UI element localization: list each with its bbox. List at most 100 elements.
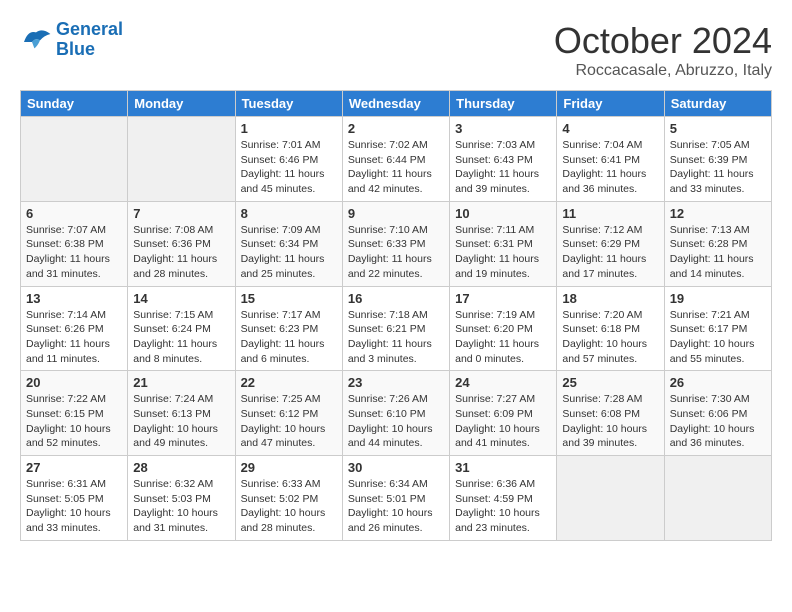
- day-info: Sunrise: 7:14 AM Sunset: 6:26 PM Daylight:…: [26, 308, 122, 367]
- sunset-text: Sunset: 4:59 PM: [455, 493, 533, 505]
- day-info: Sunrise: 7:19 AMSunset: 6:20 PMDaylight:…: [455, 308, 551, 367]
- calendar-day: 7 Sunrise: 7:08 AM Sunset: 6:36 PM Daylight…: [128, 201, 235, 286]
- day-info: Sunrise: 7:25 AMSunset: 6:12 PMDaylight:…: [241, 392, 337, 451]
- day-number: 19: [670, 291, 766, 306]
- sunrise-text: Sunrise: 6:33 AM: [241, 478, 321, 490]
- sunrise-text: Sunrise: 7:01 AM: [241, 139, 321, 151]
- daylight-text: Daylight: 11 hours and 31 minutes.: [26, 253, 110, 280]
- day-number: 1: [241, 121, 337, 136]
- sunrise-text: Sunrise: 7:15 AM: [133, 309, 213, 321]
- daylight-text: Daylight: 11 hours and 6 minutes.: [241, 338, 325, 365]
- sunset-text: Sunset: 6:06 PM: [670, 408, 748, 420]
- calendar-day: 26Sunrise: 7:30 AMSunset: 6:06 PMDayligh…: [664, 371, 771, 456]
- calendar-table: SundayMondayTuesdayWednesdayThursdayFrid…: [20, 90, 772, 541]
- day-number: 2: [348, 121, 444, 136]
- day-number: 6: [26, 206, 122, 221]
- sunset-text: Sunset: 6:09 PM: [455, 408, 533, 420]
- weekday-header-friday: Friday: [557, 91, 664, 117]
- daylight-text: Daylight: 11 hours and 39 minutes.: [455, 168, 539, 195]
- day-number: 13: [26, 291, 122, 306]
- daylight-text: Daylight: 11 hours and 17 minutes.: [562, 253, 646, 280]
- sunset-text: Sunset: 6:46 PM: [241, 154, 319, 166]
- sunrise-text: Sunrise: 7:02 AM: [348, 139, 428, 151]
- daylight-text: Daylight: 10 hours and 33 minutes.: [26, 507, 111, 534]
- daylight-text: Daylight: 10 hours and 28 minutes.: [241, 507, 326, 534]
- day-info: Sunrise: 7:03 AMSunset: 6:43 PMDaylight:…: [455, 138, 551, 197]
- logo: General Blue: [20, 20, 123, 60]
- daylight-text: Daylight: 11 hours and 28 minutes.: [133, 253, 217, 280]
- day-info: Sunrise: 7:21 AMSunset: 6:17 PMDaylight:…: [670, 308, 766, 367]
- weekday-header-wednesday: Wednesday: [342, 91, 449, 117]
- daylight-text: Daylight: 11 hours and 11 minutes.: [26, 338, 110, 365]
- calendar-day: 1Sunrise: 7:01 AMSunset: 6:46 PMDaylight…: [235, 117, 342, 202]
- daylight-text: Daylight: 10 hours and 44 minutes.: [348, 423, 433, 450]
- calendar-day: 25Sunrise: 7:28 AMSunset: 6:08 PMDayligh…: [557, 371, 664, 456]
- sunset-text: Sunset: 6:24 PM: [133, 323, 211, 335]
- sunrise-text: Sunrise: 7:20 AM: [562, 309, 642, 321]
- day-info: Sunrise: 6:36 AMSunset: 4:59 PMDaylight:…: [455, 477, 551, 536]
- daylight-text: Daylight: 11 hours and 19 minutes.: [455, 253, 539, 280]
- day-number: 10: [455, 206, 551, 221]
- sunset-text: Sunset: 6:28 PM: [670, 238, 748, 250]
- calendar-day: 10Sunrise: 7:11 AMSunset: 6:31 PMDayligh…: [450, 201, 557, 286]
- daylight-text: Daylight: 10 hours and 57 minutes.: [562, 338, 647, 365]
- day-number: 11: [562, 206, 658, 221]
- calendar-day: 12Sunrise: 7:13 AMSunset: 6:28 PMDayligh…: [664, 201, 771, 286]
- daylight-text: Daylight: 10 hours and 31 minutes.: [133, 507, 218, 534]
- day-number: 8: [241, 206, 337, 221]
- calendar-day: 13 Sunrise: 7:14 AM Sunset: 6:26 PM Dayligh…: [21, 286, 128, 371]
- sunset-text: Sunset: 6:38 PM: [26, 238, 104, 250]
- weekday-header-thursday: Thursday: [450, 91, 557, 117]
- logo-icon: [20, 26, 52, 54]
- calendar-day: 24Sunrise: 7:27 AMSunset: 6:09 PMDayligh…: [450, 371, 557, 456]
- day-number: 28: [133, 460, 229, 475]
- day-number: 22: [241, 375, 337, 390]
- sunrise-text: Sunrise: 7:25 AM: [241, 393, 321, 405]
- sunset-text: Sunset: 6:15 PM: [26, 408, 104, 420]
- day-info: Sunrise: 7:24 AMSunset: 6:13 PMDaylight:…: [133, 392, 229, 451]
- sunrise-text: Sunrise: 7:19 AM: [455, 309, 535, 321]
- daylight-text: Daylight: 10 hours and 41 minutes.: [455, 423, 540, 450]
- sunset-text: Sunset: 6:44 PM: [348, 154, 426, 166]
- day-info: Sunrise: 7:07 AMSunset: 6:38 PMDaylight:…: [26, 223, 122, 282]
- day-number: 20: [26, 375, 122, 390]
- day-info: Sunrise: 7:22 AMSunset: 6:15 PMDaylight:…: [26, 392, 122, 451]
- day-info: Sunrise: 7:01 AMSunset: 6:46 PMDaylight:…: [241, 138, 337, 197]
- sunset-text: Sunset: 6:21 PM: [348, 323, 426, 335]
- day-info: Sunrise: 7:04 AMSunset: 6:41 PMDaylight:…: [562, 138, 658, 197]
- calendar-day: 5Sunrise: 7:05 AMSunset: 6:39 PMDaylight…: [664, 117, 771, 202]
- daylight-text: Daylight: 10 hours and 52 minutes.: [26, 423, 111, 450]
- sunrise-text: Sunrise: 6:31 AM: [26, 478, 106, 490]
- sunset-text: Sunset: 5:05 PM: [26, 493, 104, 505]
- day-number: 7: [133, 206, 229, 221]
- calendar-day: [664, 456, 771, 541]
- sunrise-text: Sunrise: 7:12 AM: [562, 224, 642, 236]
- calendar-week-row: 27Sunrise: 6:31 AMSunset: 5:05 PMDayligh…: [21, 456, 772, 541]
- sunrise-text: Sunrise: 7:08 AM: [133, 224, 213, 236]
- day-info: Sunrise: 7:08 AM Sunset: 6:36 PM Daylight:…: [133, 223, 229, 282]
- calendar-day: 17Sunrise: 7:19 AMSunset: 6:20 PMDayligh…: [450, 286, 557, 371]
- calendar-day: 28Sunrise: 6:32 AMSunset: 5:03 PMDayligh…: [128, 456, 235, 541]
- day-number: 15: [241, 291, 337, 306]
- calendar-day: 22 Sunrise: 7:25 AMSunset: 6:12 PMDayligh…: [235, 371, 342, 456]
- sunrise-text: Sunrise: 6:36 AM: [455, 478, 535, 490]
- weekday-header-sunday: Sunday: [21, 91, 128, 117]
- daylight-text: Daylight: 11 hours and 14 minutes.: [670, 253, 754, 280]
- sunset-text: Sunset: 6:26 PM: [26, 323, 104, 335]
- day-info: Sunrise: 7:10 AMSunset: 6:33 PMDaylight:…: [348, 223, 444, 282]
- daylight-text: Daylight: 11 hours and 42 minutes.: [348, 168, 432, 195]
- sunset-text: Sunset: 5:02 PM: [241, 493, 319, 505]
- sunset-text: Sunset: 5:01 PM: [348, 493, 426, 505]
- weekday-header-monday: Monday: [128, 91, 235, 117]
- calendar-day: 20 Sunrise: 7:22 AMSunset: 6:15 PMDayligh…: [21, 371, 128, 456]
- sunrise-text: Sunrise: 7:11 AM: [455, 224, 534, 236]
- weekday-header-row: SundayMondayTuesdayWednesdayThursdayFrid…: [21, 91, 772, 117]
- sunset-text: Sunset: 5:03 PM: [133, 493, 211, 505]
- sunrise-text: Sunrise: 7:14 AM: [26, 309, 106, 321]
- calendar-week-row: 1 Sunrise: 7:01 AM Sunset: 6:46 PM Daylight…: [21, 117, 772, 202]
- sunrise-text: Sunrise: 7:09 AM: [241, 224, 321, 236]
- sunset-text: Sunset: 6:41 PM: [562, 154, 640, 166]
- sunset-text: Sunset: 6:23 PM: [241, 323, 319, 335]
- sunset-text: Sunset: 6:36 PM: [133, 238, 211, 250]
- calendar-day: 31Sunrise: 6:36 AMSunset: 4:59 PMDayligh…: [450, 456, 557, 541]
